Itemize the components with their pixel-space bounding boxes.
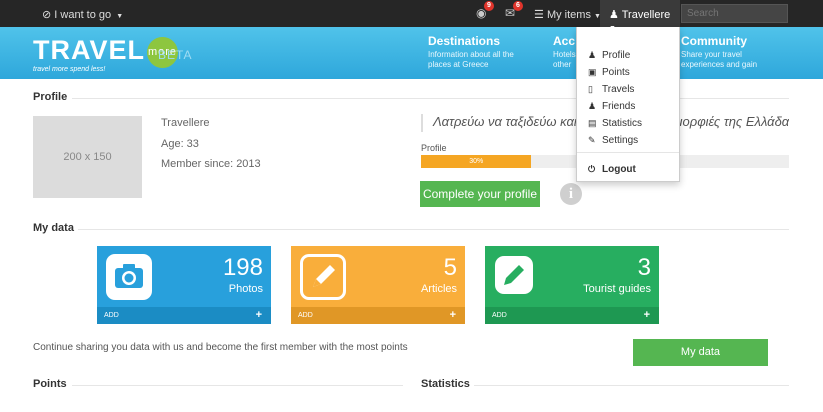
logo-beta-text: BETA	[158, 48, 193, 62]
info-icon[interactable]: i	[560, 183, 582, 205]
points-section-title: Points	[33, 378, 67, 390]
nav-accommodation-desc: Hotels other	[553, 50, 576, 69]
user-dropdown-menu: ♟ Profile ▣ Points ▯ Travels ♟ Friends ▤ Stat…	[576, 27, 680, 182]
divider	[72, 385, 403, 386]
articles-add-footer[interactable]: ADD +	[291, 307, 465, 324]
my-data-section-title: My data	[33, 222, 74, 234]
caret-down-icon: ▼	[116, 13, 124, 20]
tourist-guides-add-footer[interactable]: ADD +	[485, 307, 659, 324]
messages-button[interactable]: ✉ 6	[505, 1, 523, 20]
my-items-label: My items	[546, 9, 591, 21]
articles-add-label: ADD	[298, 312, 313, 319]
edit-icon	[300, 254, 346, 300]
i-want-to-go-label: I want to go	[54, 9, 112, 21]
photos-label: Photos	[228, 283, 263, 295]
photos-add-label: ADD	[104, 312, 119, 319]
list-icon: ☰	[534, 9, 544, 21]
dropdown-item-travels[interactable]: ▯ Travels	[588, 84, 634, 95]
dropdown-item-logout[interactable]: ⏻ Logout	[588, 164, 636, 175]
nav-community-desc: Share your travel experiences and gain	[681, 50, 758, 69]
profile-section-title: Profile	[33, 91, 68, 103]
progress-label: Profile	[421, 143, 447, 153]
plus-icon: +	[643, 309, 650, 321]
dropdown-item-statistics[interactable]: ▤ Statistics	[588, 118, 642, 129]
logo-tagline: travel more spend less!	[33, 66, 106, 73]
dropdown-item-friends[interactable]: ♟ Friends	[588, 101, 635, 112]
i-want-to-go-menu[interactable]: ⊘ I want to go ▼	[42, 8, 123, 21]
user-icon: ♟	[588, 50, 597, 60]
plus-icon: +	[255, 309, 262, 321]
dropdown-item-points[interactable]: ▣ Points	[588, 67, 630, 78]
camera-icon	[106, 254, 152, 300]
my-data-button[interactable]: My data	[633, 339, 768, 366]
file-icon: ▯	[588, 84, 593, 94]
photos-add-footer[interactable]: ADD +	[97, 307, 271, 324]
sharing-cta-text: Continue sharing you data with us and be…	[33, 342, 408, 353]
nav-destinations[interactable]: Destinations Information about all the pl…	[428, 34, 514, 70]
user-icon: ♟	[609, 9, 619, 21]
nav-accommodation-title: Acc	[553, 34, 576, 48]
articles-card[interactable]: 5 Articles ADD +	[291, 246, 465, 324]
chart-icon: ▤	[588, 118, 597, 128]
power-icon: ⏻	[588, 164, 596, 174]
logo-travel-text: TRAVEL	[33, 35, 145, 65]
nav-community[interactable]: Community Share your travel experiences a…	[681, 34, 757, 70]
tourist-guides-add-label: ADD	[492, 312, 507, 319]
photos-card[interactable]: 198 Photos ADD +	[97, 246, 271, 324]
compass-icon: ⊘	[42, 9, 52, 21]
top-bar: ⊘ I want to go ▼ ◉ 9 ✉ 6 ☰ My items ▼ ♟ …	[0, 0, 823, 32]
search-input[interactable]	[681, 4, 788, 23]
nav-destinations-title: Destinations	[428, 34, 501, 48]
nav-accommodation[interactable]: Acc Hotels other	[553, 34, 576, 70]
complete-profile-button[interactable]: Complete your profile	[420, 181, 540, 207]
profile-member-since: Member since: 2013	[161, 158, 261, 170]
site-header: TRAVEL more BETA travel more spend less! …	[0, 27, 823, 79]
globe-count-badge: 9	[484, 1, 494, 11]
articles-count: 5	[443, 254, 457, 281]
profile-photo-placeholder[interactable]: 200 x 150	[33, 116, 142, 198]
messages-count-badge: 6	[513, 1, 523, 11]
dropdown-item-settings[interactable]: ✎ Settings	[588, 135, 638, 146]
divider	[72, 98, 789, 99]
site-logo[interactable]: TRAVEL more	[33, 35, 178, 68]
tourist-guides-count: 3	[637, 254, 651, 281]
pencil-icon	[495, 256, 533, 294]
group-icon: ♟	[588, 101, 597, 111]
tourist-guides-card[interactable]: 3 Tourist guides ADD +	[485, 246, 659, 324]
user-menu-label: Travellere	[621, 9, 671, 21]
articles-label: Articles	[420, 283, 457, 295]
profile-name: Travellere	[161, 117, 210, 129]
nav-destinations-desc: Information about all the places at Greec…	[428, 50, 514, 69]
tourist-guides-label: Tourist guides	[583, 283, 651, 295]
dropdown-item-profile[interactable]: ♟ Profile	[588, 50, 630, 61]
notifications-globe-button[interactable]: ◉ 9	[476, 1, 494, 20]
dropdown-divider	[577, 152, 679, 153]
user-menu-toggle[interactable]: ♟ Travellere ▼	[600, 0, 680, 32]
nav-community-title: Community	[681, 34, 747, 48]
points-icon: ▣	[588, 67, 597, 77]
photos-count: 198	[222, 254, 263, 281]
divider	[78, 229, 789, 230]
profile-progress-fill: 30%	[421, 155, 532, 168]
my-items-menu[interactable]: ☰ My items ▼	[534, 8, 601, 21]
statistics-section-title: Statistics	[421, 378, 470, 390]
plus-icon: +	[449, 309, 456, 321]
profile-age: Age: 33	[161, 138, 199, 150]
settings-icon: ✎	[588, 135, 596, 145]
divider	[474, 385, 789, 386]
